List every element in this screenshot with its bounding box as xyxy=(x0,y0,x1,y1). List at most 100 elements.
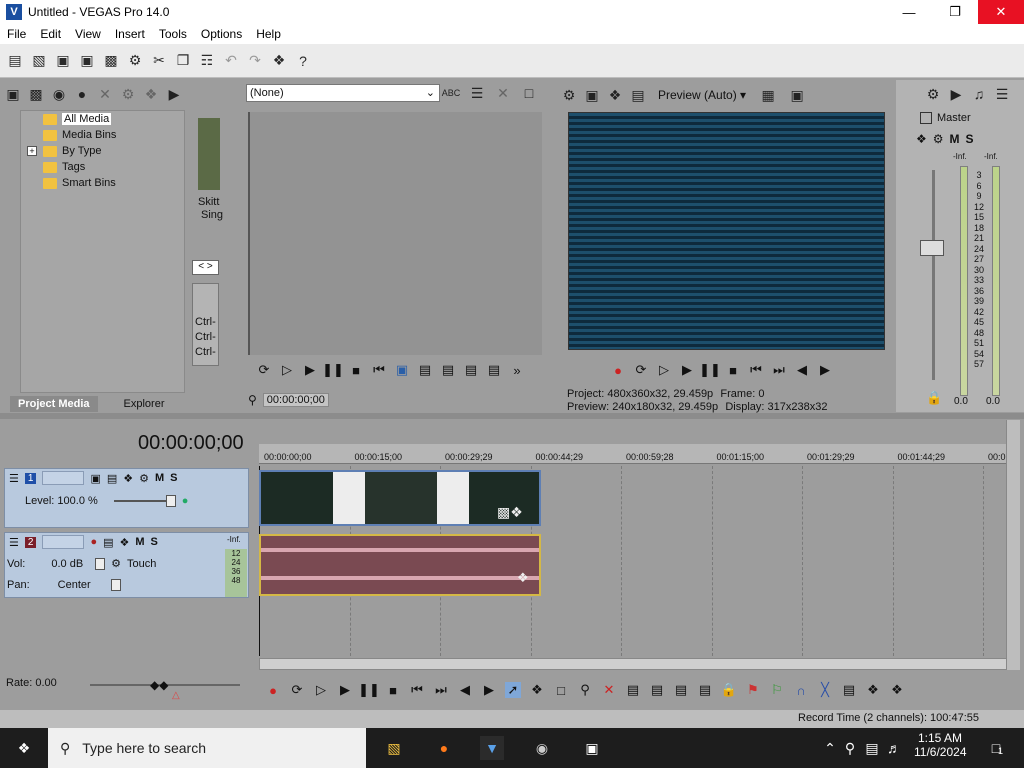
video-preview-properties-icon[interactable]: ⚙ xyxy=(560,86,578,104)
windows-start-icon[interactable]: ❖ xyxy=(12,736,36,760)
enable-snapping-icon[interactable]: ❖ xyxy=(270,52,288,70)
mute-button[interactable]: M xyxy=(950,132,960,146)
play-from-start-icon[interactable]: ▷ xyxy=(656,362,672,378)
snapping-magnet-icon[interactable]: ∩ xyxy=(793,682,809,698)
tree-item-tags[interactable]: Tags xyxy=(43,159,85,175)
tree-item-media-bins[interactable]: Media Bins xyxy=(43,127,116,143)
media-fx-icon[interactable]: ❖ xyxy=(142,85,160,103)
track-fx-icon[interactable]: ❖ xyxy=(120,536,130,549)
event-pan-crop-icon[interactable]: ▩❖ xyxy=(497,504,523,521)
selection-mode-icon[interactable]: ❖ xyxy=(889,682,905,698)
menu-view[interactable]: View xyxy=(68,27,108,41)
add-before-icon[interactable]: ▤ xyxy=(417,362,433,378)
notifications-icon[interactable]: □ xyxy=(984,736,1008,760)
remove-media-icon[interactable]: ✕ xyxy=(96,85,114,103)
overlays-grid-icon[interactable]: ▦ xyxy=(759,86,777,104)
tree-item-all-media[interactable]: All Media xyxy=(43,111,112,127)
add-to-timeline-icon[interactable]: ▣ xyxy=(394,362,410,378)
capture-video-icon[interactable]: ▩ xyxy=(27,85,45,103)
play-from-start-icon[interactable]: ▷ xyxy=(313,682,329,698)
audio-event-clip[interactable]: ❖ xyxy=(259,534,541,596)
menu-options[interactable]: Options xyxy=(194,27,249,41)
video-event-clip[interactable]: ▩❖ xyxy=(259,470,541,526)
open-folder-icon[interactable]: ▧ xyxy=(30,52,48,70)
auto-crossfade-icon[interactable]: ╳ xyxy=(817,682,833,698)
split-screen-icon[interactable]: ▤ xyxy=(629,86,647,104)
redo-icon[interactable]: ↷ xyxy=(246,52,264,70)
render-icon[interactable]: ▩ xyxy=(102,52,120,70)
automation-gear-icon[interactable]: ⚙ xyxy=(111,557,121,570)
stop-icon[interactable]: ■ xyxy=(348,362,364,378)
arm-record-icon[interactable]: ● xyxy=(90,536,97,548)
undo-icon[interactable]: ↶ xyxy=(222,52,240,70)
invert-phase-icon[interactable]: ▤ xyxy=(103,536,113,549)
zoom-tool-icon[interactable]: ⚲ xyxy=(577,682,593,698)
external-monitor-icon[interactable]: ▣ xyxy=(583,86,601,104)
microphone-icon[interactable]: ⚲ xyxy=(838,736,862,760)
play-icon[interactable]: ▶ xyxy=(337,682,353,698)
go-to-end-icon[interactable]: ⏭ xyxy=(771,362,787,378)
tree-item-by-type[interactable]: By Type xyxy=(43,143,102,159)
media-properties-icon[interactable]: ⚙ xyxy=(119,85,137,103)
web-globe-icon[interactable]: ● xyxy=(73,85,91,103)
copy-icon[interactable]: ❐ xyxy=(174,52,192,70)
play-icon[interactable]: ▶ xyxy=(679,362,695,378)
save-as-icon[interactable]: ▣ xyxy=(78,52,96,70)
minimize-button[interactable]: — xyxy=(886,0,932,24)
video-solo-button[interactable]: S xyxy=(170,472,177,484)
lock-event-icon[interactable]: 🔒 xyxy=(721,682,737,698)
thumbnail-nav-buttons[interactable]: < > xyxy=(192,260,219,275)
go-to-start-icon[interactable]: ⏮ xyxy=(409,682,425,698)
get-media-icon[interactable]: ◉ xyxy=(50,85,68,103)
tab-explorer[interactable]: Explorer xyxy=(114,396,175,412)
automation-mode-dropdown[interactable]: Touch xyxy=(127,558,156,570)
trim-icon[interactable]: ▤ xyxy=(625,682,641,698)
copy-snapshot-icon[interactable]: ▣ xyxy=(788,86,806,104)
file-explorer-icon[interactable]: ▧ xyxy=(382,736,406,760)
go-to-start-icon[interactable]: ⏮ xyxy=(748,362,764,378)
fit-to-fill-icon[interactable]: ▤ xyxy=(463,362,479,378)
video-track-header[interactable]: ☰ 1 ▣ ▤ ❖ ⚙ M S Level: 100.0 % ● xyxy=(4,468,249,528)
play-media-icon[interactable]: ▶ xyxy=(165,85,183,103)
media-thumbnail[interactable] xyxy=(198,118,220,190)
dim-output-icon[interactable]: ♫ xyxy=(970,85,988,103)
cut-icon[interactable]: ✂ xyxy=(150,52,168,70)
go-to-end-icon[interactable]: ⏭ xyxy=(433,682,449,698)
preview-quality-dropdown[interactable]: Preview (Auto) ▾ xyxy=(658,88,746,102)
solo-button[interactable]: S xyxy=(966,132,974,146)
bus-fx-icon[interactable]: ❖ xyxy=(916,132,927,146)
delete-icon[interactable]: ✕ xyxy=(601,682,617,698)
trimmer-media-dropdown[interactable]: (None) ⌄ xyxy=(246,84,440,102)
network-icon[interactable]: ▤ xyxy=(860,736,884,760)
downmix-icon[interactable]: ▶ xyxy=(947,85,965,103)
audio-solo-button[interactable]: S xyxy=(151,536,158,548)
taskbar-search-box[interactable]: ⚲ Type here to search xyxy=(48,728,366,768)
expand-track-icon[interactable]: ☰ xyxy=(9,536,19,549)
trim-start-icon[interactable]: ▤ xyxy=(649,682,665,698)
import-media-icon[interactable]: ▣ xyxy=(4,85,22,103)
video-preview-display[interactable] xyxy=(568,112,885,350)
clear-trimmer-icon[interactable]: ✕ xyxy=(494,84,512,102)
pause-icon[interactable]: ❚❚ xyxy=(699,362,721,378)
expand-track-icon[interactable]: ☰ xyxy=(9,472,19,485)
mixer-fx-icon[interactable]: ☰ xyxy=(993,85,1011,103)
insert-marker-icon[interactable]: ⚑ xyxy=(745,682,761,698)
play-from-start-icon[interactable]: ▷ xyxy=(279,362,295,378)
video-level-slider-knob[interactable] xyxy=(165,495,176,507)
loop-playback-icon[interactable]: ⟳ xyxy=(633,362,649,378)
audio-mute-button[interactable]: M xyxy=(135,536,144,548)
compositing-mode-icon[interactable]: ● xyxy=(182,495,189,507)
volume-icon[interactable]: ♬ xyxy=(882,736,906,760)
record-icon[interactable]: ● xyxy=(610,362,626,378)
normal-edit-tool-icon[interactable]: ➚ xyxy=(505,682,521,698)
add-after-icon[interactable]: ▤ xyxy=(440,362,456,378)
audio-volume-slider-knob[interactable] xyxy=(95,557,106,570)
timeline-splitter[interactable] xyxy=(0,413,1024,419)
video-track-name-field[interactable] xyxy=(42,471,85,485)
trim-list-icon[interactable]: ☰ xyxy=(468,84,486,102)
video-fx-icon[interactable]: ❖ xyxy=(606,86,624,104)
whats-this-help-icon[interactable]: ? xyxy=(294,52,312,70)
mixer-properties-icon[interactable]: ⚙ xyxy=(924,85,942,103)
tab-project-media[interactable]: Project Media xyxy=(10,396,98,412)
split-icon[interactable]: ▤ xyxy=(697,682,713,698)
